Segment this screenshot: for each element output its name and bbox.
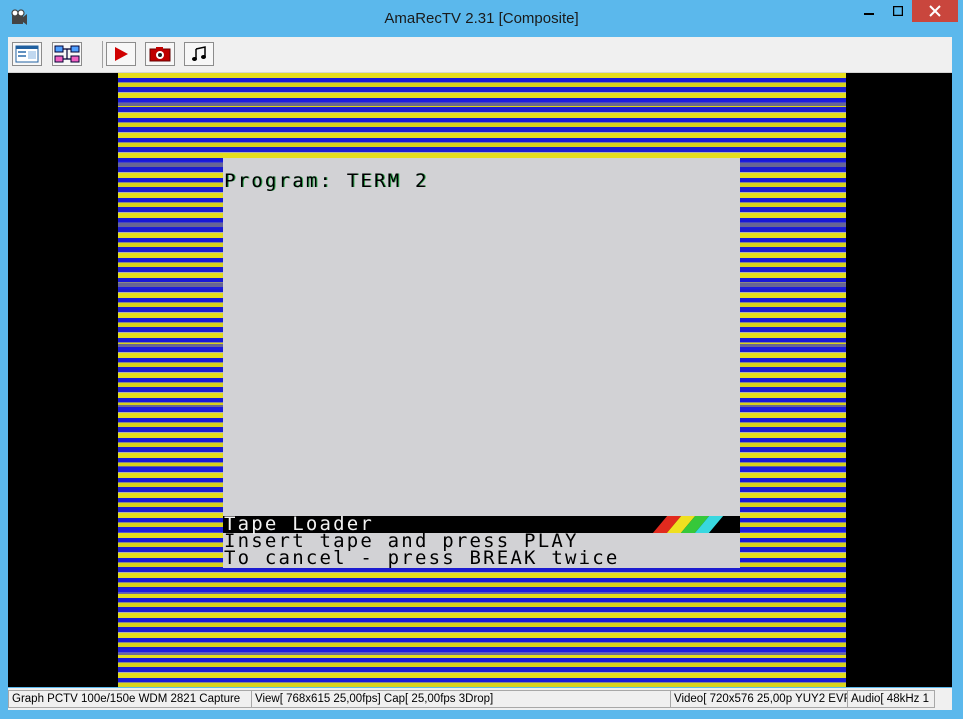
toolbar (8, 37, 952, 73)
snapshot-button[interactable] (145, 42, 175, 66)
audio-button[interactable] (184, 42, 214, 66)
record-button[interactable] (106, 42, 136, 66)
status-bar: Graph PCTV 100e/150e WDM 2821 Capture Vi… (8, 688, 952, 710)
record-play-icon (115, 47, 128, 61)
camera-snapshot-icon (149, 47, 171, 62)
program-name-text: Program: TERM 2 (224, 170, 429, 192)
video-window-icon (15, 45, 39, 63)
close-icon (929, 5, 941, 17)
maximize-button[interactable] (884, 0, 912, 22)
status-video: Video[ 720x576 25,00p YUY2 EVR] (670, 690, 848, 708)
minimize-icon (864, 13, 874, 15)
video-preview[interactable]: Program: TERM 2 Tape Loader Insert tape … (8, 73, 952, 687)
app-window: AmaRecTV 2.31 [Composite] Program: TERM … (0, 0, 963, 719)
graph-layout-icon (54, 45, 80, 63)
maximize-icon (893, 6, 903, 16)
video-window-button[interactable] (12, 42, 42, 66)
toolbar-separator (102, 41, 103, 68)
spectrum-paper-area (223, 158, 740, 568)
title-bar[interactable]: AmaRecTV 2.31 [Composite] (0, 0, 963, 37)
spectrum-rainbow-logo (646, 516, 740, 533)
status-device: Graph PCTV 100e/150e WDM 2821 Capture (8, 690, 252, 708)
status-view: View[ 768x615 25,00fps] Cap[ 25,00fps 3D… (251, 690, 671, 708)
cancel-message: To cancel - press BREAK twice (224, 547, 620, 569)
music-note-icon (192, 46, 206, 61)
status-audio: Audio[ 48kHz 1 (847, 690, 935, 708)
graph-layout-button[interactable] (52, 42, 82, 66)
close-button[interactable] (912, 0, 958, 22)
window-title: AmaRecTV 2.31 [Composite] (384, 10, 579, 27)
minimize-button[interactable] (854, 0, 884, 22)
